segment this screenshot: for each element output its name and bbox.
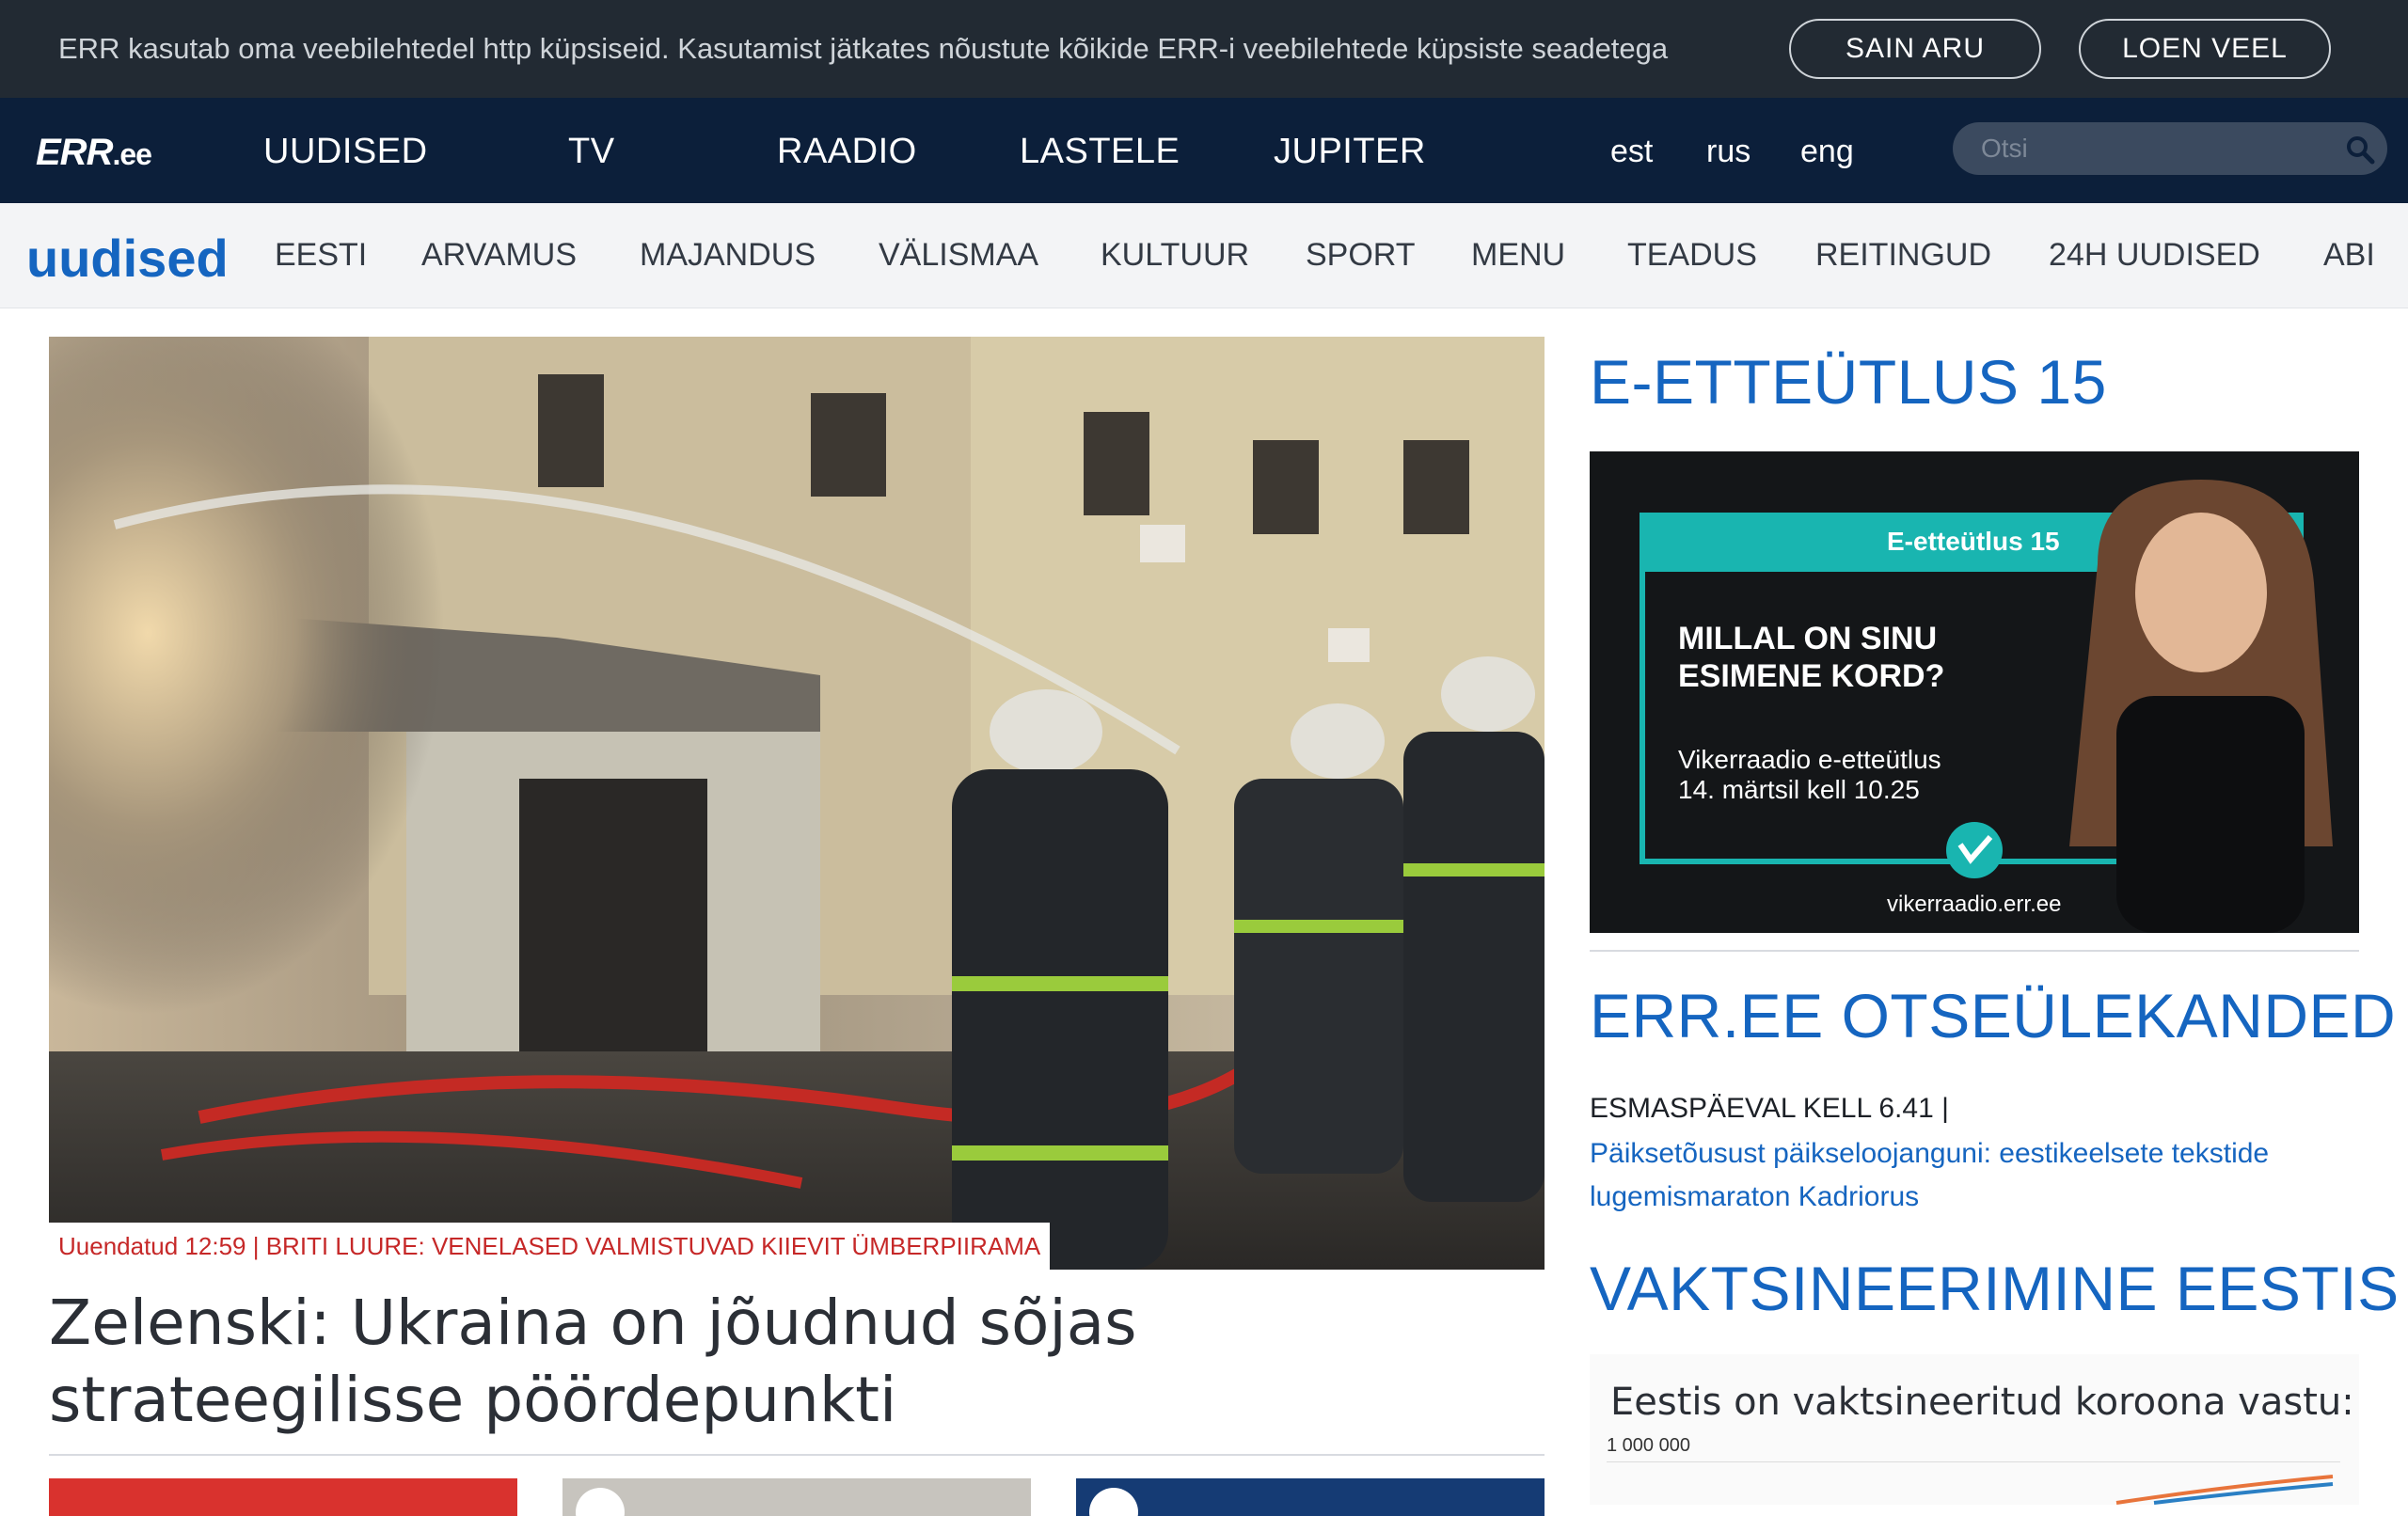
ad-headline-line1: MILLAL ON SINU — [1678, 621, 1938, 656]
nav-item-tv[interactable]: TV — [568, 132, 615, 172]
nav-item-uudised[interactable]: UUDISED — [263, 132, 428, 172]
vaccination-widget: Eestis on vaktsineeritud koroona vastu: … — [1590, 1354, 2359, 1505]
sidebar-divider — [1590, 950, 2359, 952]
cookie-read-more-button[interactable]: LOEN VEEL — [2079, 19, 2331, 79]
subnav-item-abi[interactable]: ABI — [2323, 237, 2375, 274]
live-broadcasts-title[interactable]: ERR.EE OTSEÜLEKANDED — [1590, 980, 2396, 1051]
live-broadcast-time: ESMASPÄEVAL KELL 6.41 | — [1590, 1093, 1949, 1124]
subnav-item-majandus[interactable]: MAJANDUS — [640, 237, 816, 274]
subnav-item-kultuur[interactable]: KULTUUR — [1101, 237, 1249, 274]
subnav-item-reitingud[interactable]: REITINGUD — [1815, 237, 1991, 274]
search-input[interactable] — [1981, 130, 2320, 167]
language-eng[interactable]: eng — [1800, 134, 1854, 170]
ad-site-url: vikerraadio.err.ee — [1887, 892, 2062, 917]
story-thumbnail[interactable] — [49, 1478, 517, 1516]
vaccination-axis-tick: 1 000 000 — [1607, 1435, 1690, 1456]
language-est[interactable]: est — [1610, 134, 1653, 170]
lead-story-headline[interactable]: Zelenski: Ukraina on jõudnud sõjas strat… — [49, 1285, 1545, 1439]
subnav-item-arvamus[interactable]: ARVAMUS — [421, 237, 577, 274]
section-navigation: uudised EESTI ARVAMUS MAJANDUS VÄLISMAA … — [0, 203, 2408, 308]
ad-badge: E-etteütlus 15 — [1887, 527, 2060, 556]
nav-item-jupiter[interactable]: JUPITER — [1274, 132, 1426, 172]
play-icon — [576, 1488, 625, 1516]
lead-story-image[interactable]: Uuendatud 12:59 | BRITI LUURE: VENELASED… — [49, 337, 1545, 1270]
subnav-item-24h-uudised[interactable]: 24H UUDISED — [2049, 237, 2260, 274]
main-navigation: ERR.ee UUDISED TV RAADIO LASTELE JUPITER… — [0, 98, 2408, 203]
subnav-item-menu[interactable]: MENU — [1471, 237, 1565, 274]
play-icon — [1089, 1488, 1138, 1516]
story-thumbnail[interactable] — [562, 1478, 1031, 1516]
subnav-item-eesti[interactable]: EESTI — [275, 237, 367, 274]
cookie-banner: ERR kasutab oma veebilehtedel http küpsi… — [0, 0, 2408, 98]
headline-divider — [49, 1454, 1545, 1456]
lead-story-caption: Uuendatud 12:59 | BRITI LUURE: VENELASED… — [49, 1223, 1051, 1270]
search-box — [1953, 122, 2387, 175]
promo-title[interactable]: E-ETTEÜTLUS 15 — [1590, 346, 2107, 418]
nav-item-lastele[interactable]: LASTELE — [1020, 132, 1180, 172]
subnav-item-valismaa[interactable]: VÄLISMAA — [879, 237, 1038, 274]
cookie-notice-text: ERR kasutab oma veebilehtedel http küpsi… — [58, 32, 1669, 65]
err-logo[interactable]: ERR.ee — [36, 132, 152, 174]
e-etteutlus-ad-banner[interactable]: E-etteütlus 15 MILLAL ON SINU ESIMENE KO… — [1590, 451, 2359, 933]
cookie-accept-button[interactable]: SAIN ARU — [1789, 19, 2041, 79]
vaccination-heading: Eestis on vaktsineeritud koroona vastu: — [1610, 1381, 2354, 1424]
nav-item-raadio[interactable]: RAADIO — [777, 132, 917, 172]
ad-headline-line2: ESIMENE KORD? — [1678, 658, 1945, 694]
vaccination-title[interactable]: VAKTSINEERIMINE EESTIS — [1590, 1253, 2400, 1324]
subnav-item-sport[interactable]: SPORT — [1306, 237, 1416, 274]
live-broadcast-link[interactable]: Päiksetõusust päikseloojanguni: eestikee… — [1590, 1132, 2342, 1219]
search-icon[interactable] — [2344, 134, 2376, 166]
ad-subtext-line2: 14. märtsil kell 10.25 — [1678, 775, 1920, 804]
subnav-item-teadus[interactable]: TEADUS — [1627, 237, 1757, 274]
story-thumbnail[interactable] — [1076, 1478, 1545, 1516]
ad-subtext-line1: Vikerraadio e-etteütlus — [1678, 745, 1941, 774]
language-rus[interactable]: rus — [1706, 134, 1751, 170]
firefighters-photo — [49, 337, 1545, 1270]
vaccination-progress-curve — [2115, 1475, 2334, 1505]
section-title-uudised[interactable]: uudised — [26, 228, 229, 289]
logo-suffix: .ee — [112, 137, 151, 171]
logo-main: ERR — [36, 132, 113, 173]
